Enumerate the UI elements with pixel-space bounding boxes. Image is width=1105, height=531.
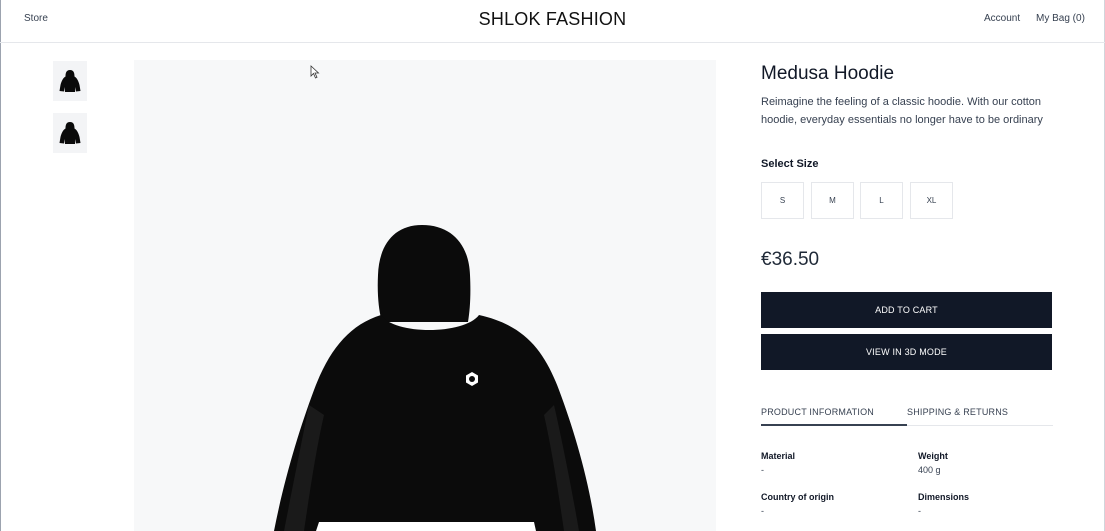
spec-origin-value: -	[761, 506, 764, 516]
spec-dimensions-label: Dimensions	[918, 492, 970, 502]
product-thumbnail-1[interactable]	[53, 61, 87, 101]
product-thumbnail-2[interactable]	[53, 113, 87, 153]
product-price: €36.50	[761, 249, 820, 270]
spec-material-value: -	[761, 465, 764, 475]
spec-dimensions-value: -	[918, 506, 921, 516]
product-main-image[interactable]	[134, 60, 716, 531]
spec-origin-label: Country of origin	[761, 492, 834, 502]
size-option-l[interactable]: L	[860, 182, 903, 219]
brand-logo: SHLOK FASHION	[0, 9, 1105, 30]
hoodie-illustration	[274, 225, 596, 531]
tab-shipping-returns[interactable]: SHIPPING & RETURNS	[907, 407, 1008, 417]
size-selector-label: Select Size	[761, 158, 819, 170]
product-description: Reimagine the feeling of a classic hoodi…	[761, 96, 1043, 126]
brand-logo-text[interactable]: SHLOK FASHION	[479, 9, 627, 29]
tab-product-information[interactable]: PRODUCT INFORMATION	[761, 407, 874, 417]
product-title: Medusa Hoodie	[761, 63, 895, 84]
site-header: Store SHLOK FASHION Account My Bag (0)	[0, 0, 1105, 43]
size-option-m[interactable]: M	[811, 182, 854, 219]
spec-weight-value: 400 g	[918, 465, 941, 475]
hoodie-icon	[59, 70, 81, 92]
size-option-s[interactable]: S	[761, 182, 804, 219]
nav-bag-link[interactable]: My Bag (0)	[1036, 13, 1085, 24]
size-option-xl[interactable]: XL	[910, 182, 953, 219]
spec-weight-label: Weight	[918, 451, 948, 461]
active-tab-indicator	[761, 424, 907, 426]
add-to-cart-button[interactable]: ADD TO CART	[761, 292, 1052, 328]
spec-material-label: Material	[761, 451, 796, 461]
mouse-cursor-icon	[310, 65, 320, 79]
hoodie-icon	[59, 122, 81, 144]
view-3d-button[interactable]: VIEW IN 3D MODE	[761, 334, 1052, 370]
nav-store-link[interactable]: Store	[24, 13, 48, 24]
nav-account-link[interactable]: Account	[984, 13, 1020, 24]
